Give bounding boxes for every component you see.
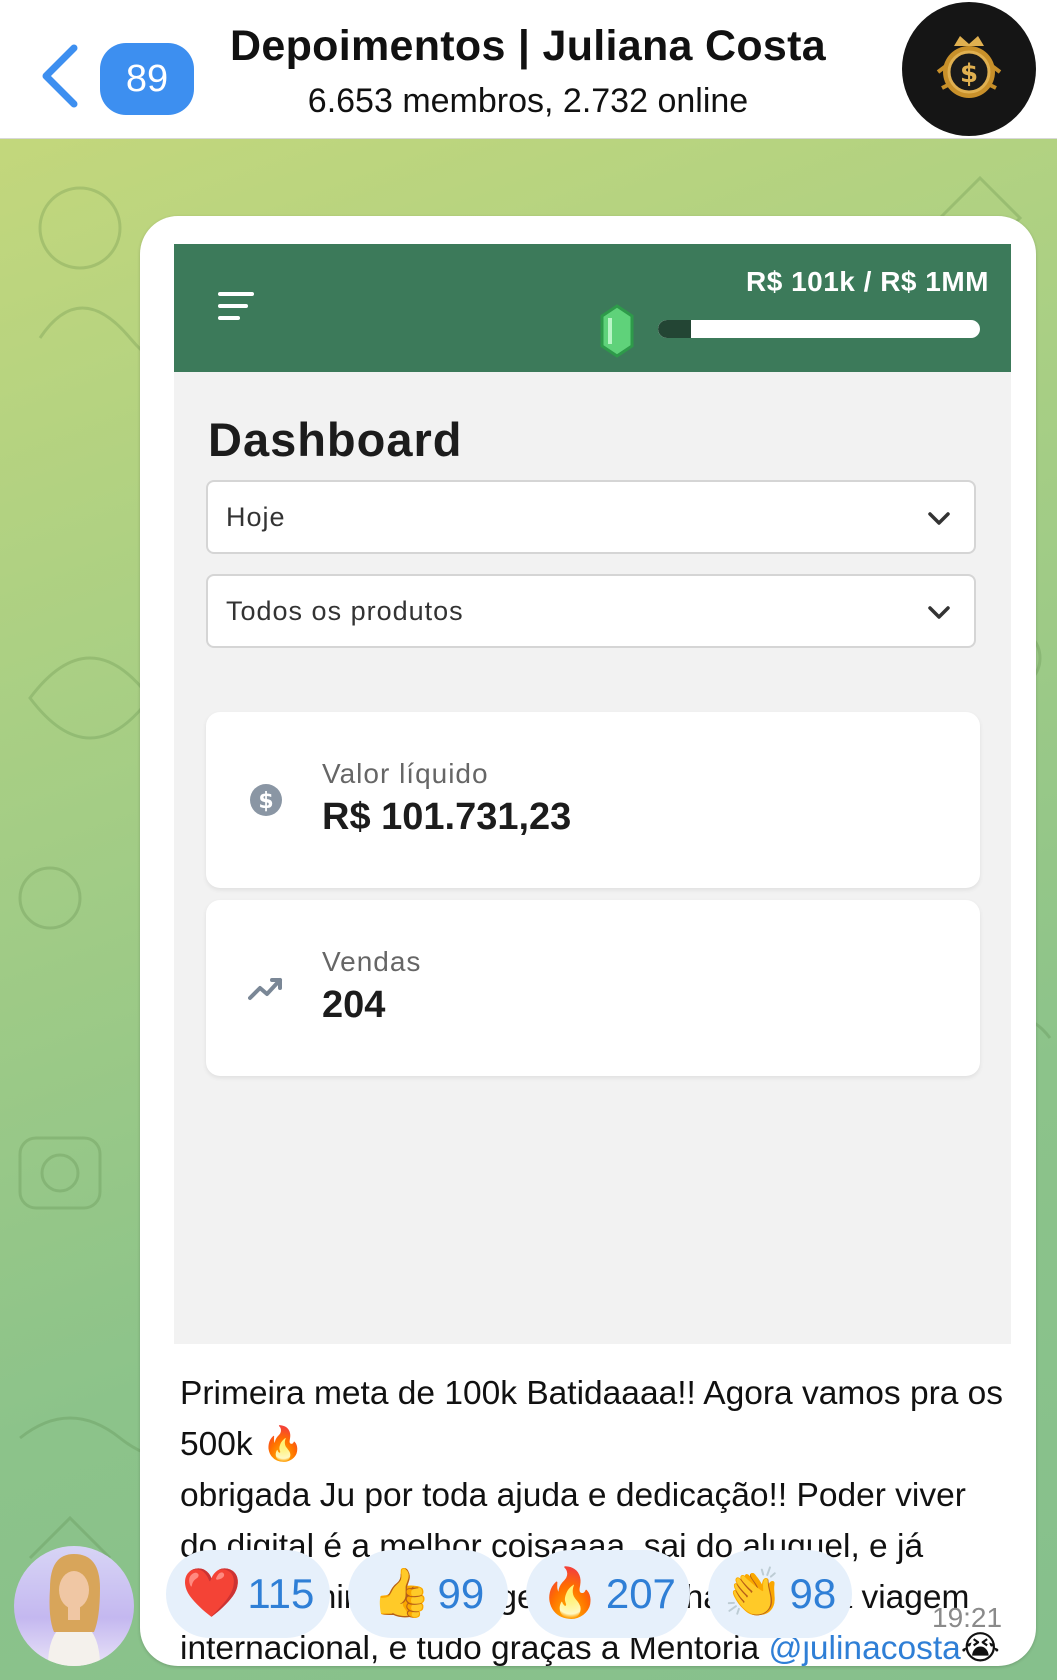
stat-card-net-value[interactable]: $ Valor líquido R$ 101.731,23 (206, 712, 980, 888)
chat-header: 89 Depoimentos | Juliana Costa 6.653 mem… (0, 0, 1057, 139)
message-time: 19:21 (932, 1602, 1003, 1633)
svg-text:$: $ (960, 59, 978, 89)
reaction-count: 98 (789, 1570, 837, 1617)
sender-avatar[interactable] (14, 1546, 134, 1666)
message-line-1: Primeira meta de 100k Batidaaaa!! Agora … (180, 1375, 1004, 1463)
reaction-count: 99 (437, 1570, 485, 1617)
dollar-circle-icon: $ (250, 784, 282, 816)
product-select-value: Todos os produtos (226, 596, 464, 626)
stat-label: Vendas (322, 946, 422, 977)
thumbs-up-icon: 👍 (371, 1567, 432, 1620)
chat-title[interactable]: Depoimentos | Juliana Costa (200, 22, 856, 71)
chevron-left-icon[interactable] (38, 42, 82, 110)
chevron-down-icon (928, 512, 950, 525)
period-select-value: Hoje (226, 502, 286, 532)
stat-value: 204 (322, 984, 386, 1026)
gem-icon (600, 304, 634, 358)
unread-count-badge[interactable]: 89 (100, 43, 194, 115)
goal-progress-text: R$ 101k / R$ 1MM (746, 266, 989, 297)
fire-icon: 🔥 (540, 1567, 600, 1620)
reaction-count: 207 (605, 1570, 676, 1617)
dashboard-title: Dashboard (208, 413, 463, 466)
dashboard-screenshot[interactable]: R$ 101k / R$ 1MM Dashboard Hoje Todos os… (174, 244, 1011, 1344)
stat-label: Valor líquido (322, 758, 489, 789)
svg-text:$: $ (258, 789, 273, 814)
clapping-hands-icon: 👏 (723, 1567, 784, 1620)
product-select[interactable]: Todos os produtos (206, 574, 976, 648)
avatar-photo (48, 1554, 100, 1666)
reaction-heart[interactable]: ❤️ 115 (166, 1550, 330, 1638)
goal-progress-fill (658, 320, 691, 338)
reaction-count: 115 (247, 1570, 315, 1617)
menu-icon (218, 292, 254, 320)
trending-up-icon (248, 978, 282, 1000)
stat-value: R$ 101.731,23 (322, 796, 572, 838)
reaction-thumbs-up[interactable]: 👍 99 (348, 1550, 508, 1638)
goal-progress-bar (658, 320, 980, 338)
stat-card-sales[interactable]: Vendas 204 (206, 900, 980, 1076)
heart-icon: ❤️ (181, 1567, 242, 1620)
chevron-down-icon (928, 606, 950, 619)
dashboard-topbar: R$ 101k / R$ 1MM (174, 244, 1011, 372)
reaction-fire[interactable]: 🔥 207 (526, 1550, 690, 1638)
message-bubble[interactable]: R$ 101k / R$ 1MM Dashboard Hoje Todos os… (140, 216, 1036, 1666)
channel-avatar[interactable]: $ (902, 2, 1036, 136)
chat-subtitle: 6.653 membros, 2.732 online (307, 82, 749, 120)
reactions-row: ❤️ 115 👍 99 🔥 207 👏 98 (166, 1550, 886, 1640)
period-select[interactable]: Hoje (206, 480, 976, 554)
dollar-crown-icon: $ (936, 36, 1002, 98)
reaction-clap[interactable]: 👏 98 (708, 1550, 852, 1638)
